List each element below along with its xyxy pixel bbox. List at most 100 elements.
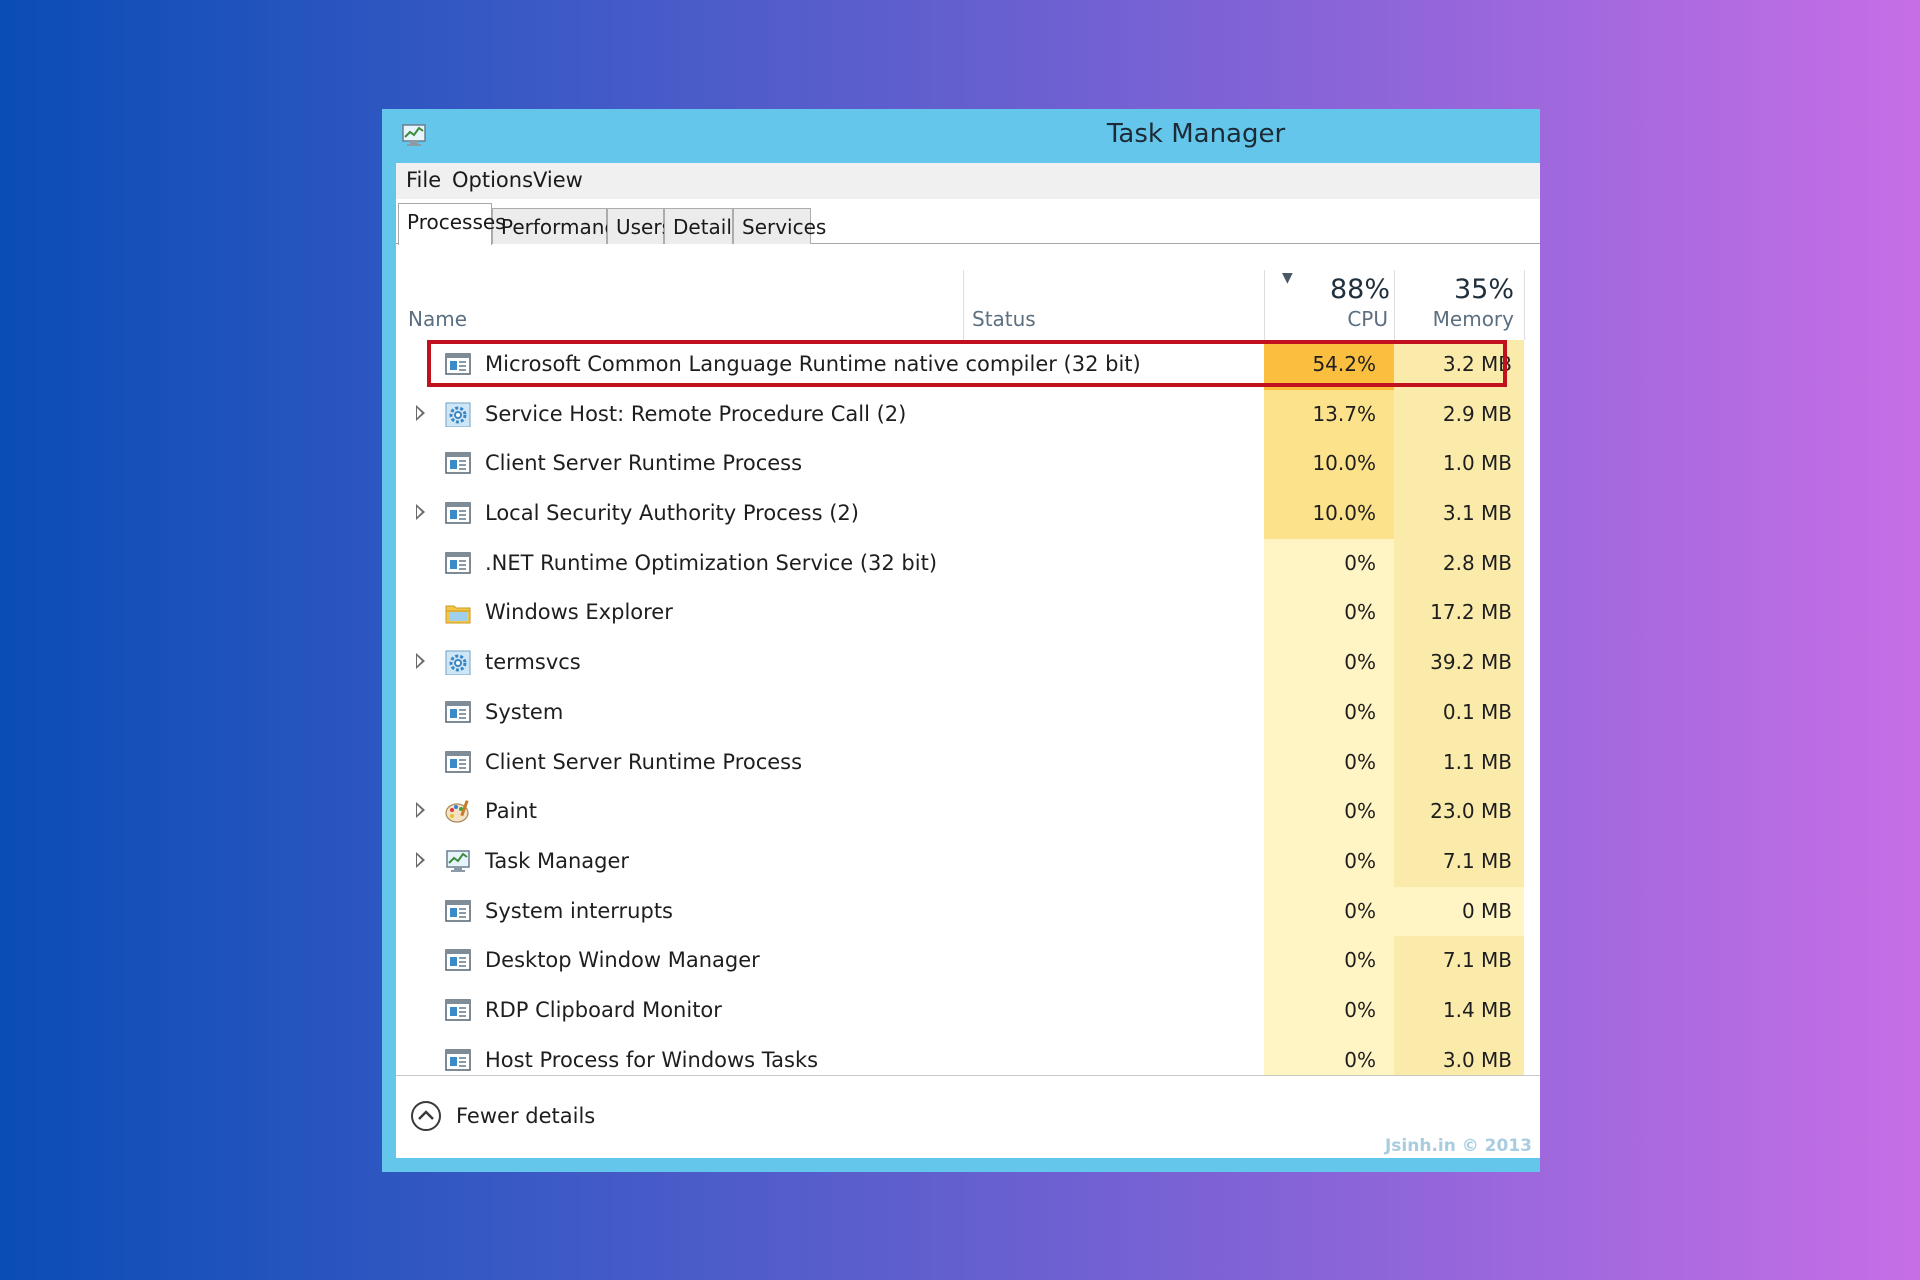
expand-arrow-icon[interactable]	[416, 404, 425, 421]
expand-arrow-icon[interactable]	[416, 504, 425, 521]
app-window-icon	[445, 353, 471, 375]
tab-performance[interactable]: Performance	[492, 208, 628, 244]
memory-value: 0.1 MB	[1442, 699, 1512, 724]
memory-total: 35%	[1453, 274, 1514, 305]
process-row[interactable]: 0% 1.4 MB RDP Clipboard Monitor	[396, 985, 1540, 1036]
process-row[interactable]: 0% 3.0 MB Host Process for Windows Tasks	[396, 1035, 1540, 1075]
column-divider[interactable]	[1524, 270, 1525, 340]
fewer-details-link[interactable]: Fewer details	[456, 1104, 595, 1128]
cpu-value: 0%	[1344, 997, 1376, 1022]
process-row[interactable]: 13.7% 2.9 MB Service Host: Remote Procedur…	[396, 389, 1540, 440]
cpu-value: 54.2%	[1312, 352, 1376, 376]
cpu-value: 0%	[1344, 1047, 1376, 1072]
memory-value: 3.2 MB	[1442, 352, 1512, 376]
chevron-up-circle-icon[interactable]	[410, 1100, 442, 1132]
app-window-icon	[445, 502, 471, 524]
column-header: Name Status ▼ 88% CPU 35% Memory	[396, 244, 1540, 340]
process-row[interactable]: 0% 23.0 MB Paint	[396, 787, 1540, 837]
process-row[interactable]: 0% 2.8 MB .NET Runtime Optimization Servic…	[396, 538, 1540, 589]
process-row[interactable]: 0% 7.1 MB Desktop Window Manager	[396, 936, 1540, 986]
column-status[interactable]: Status	[972, 307, 1036, 331]
process-name: Client Server Runtime Process	[485, 451, 803, 476]
process-row[interactable]: 10.0% 1.0 MB Client Server Runtime Process	[396, 439, 1540, 490]
cpu-cell: 0%	[1264, 638, 1394, 688]
column-memory[interactable]: Memory	[1433, 307, 1514, 331]
memory-value: 2.8 MB	[1442, 550, 1512, 575]
cpu-value: 0%	[1344, 948, 1376, 973]
memory-value: 0 MB	[1461, 898, 1512, 923]
process-row[interactable]: 54.2% 3.2 MB Microsoft Common Language Run…	[396, 340, 1540, 390]
cpu-value: 10.0%	[1312, 451, 1376, 476]
cpu-cell: 0%	[1264, 836, 1394, 887]
app-window-icon	[445, 452, 471, 475]
title-bar[interactable]: Task Manager	[382, 109, 1540, 163]
app-window-icon	[445, 949, 471, 972]
process-name: .NET Runtime Optimization Service (32 bi…	[485, 550, 938, 575]
app-window-icon	[445, 551, 471, 574]
menu-bar: File Options View	[396, 163, 1540, 199]
process-row[interactable]: 0% 39.2 MB termsvcs	[396, 638, 1540, 688]
app-window-icon	[445, 750, 471, 773]
memory-value: 7.1 MB	[1442, 848, 1512, 873]
cpu-value: 0%	[1344, 600, 1376, 625]
process-list: 54.2% 3.2 MB Microsoft Common Language Run…	[396, 340, 1540, 1075]
memory-cell: 17.2 MB	[1394, 588, 1524, 639]
menu-file[interactable]: File	[406, 168, 441, 192]
expand-arrow-icon[interactable]	[416, 851, 425, 868]
column-name[interactable]: Name	[408, 307, 467, 331]
task-manager-window: Task Manager File Options View Processes…	[382, 109, 1540, 1172]
cpu-cell: 0%	[1264, 886, 1394, 937]
column-cpu[interactable]: CPU	[1347, 307, 1388, 331]
memory-cell: 1.0 MB	[1394, 439, 1524, 490]
process-row[interactable]: 0% 17.2 MB Windows Explorer	[396, 588, 1540, 639]
expand-arrow-icon[interactable]	[416, 653, 425, 670]
memory-value: 2.9 MB	[1442, 401, 1512, 426]
cpu-cell: 10.0%	[1264, 439, 1394, 490]
cpu-cell: 0%	[1264, 787, 1394, 837]
tab-services[interactable]: Services	[733, 208, 826, 244]
folder-icon	[445, 605, 471, 624]
process-name: Client Server Runtime Process	[485, 749, 803, 774]
expand-arrow-icon[interactable]	[416, 802, 425, 819]
client-area: File Options View Processes Performance …	[396, 163, 1540, 1158]
process-row[interactable]: 0% 7.1 MB Task Manager	[396, 836, 1540, 887]
column-divider[interactable]	[1264, 270, 1265, 340]
process-name: Task Manager	[485, 848, 630, 873]
window-title: Task Manager	[1106, 119, 1286, 149]
cpu-value: 0%	[1344, 550, 1376, 575]
cpu-value: 0%	[1344, 799, 1376, 824]
memory-value: 1.1 MB	[1442, 749, 1512, 774]
memory-value: 3.0 MB	[1442, 1047, 1512, 1072]
process-name: termsvcs	[485, 650, 581, 675]
gear-icon	[445, 402, 471, 427]
watermark: Jsinh.in © 2013	[1384, 1136, 1532, 1156]
menu-view[interactable]: View	[533, 168, 583, 192]
sort-descending-icon: ▼	[1282, 270, 1293, 286]
memory-cell: 3.1 MB	[1394, 489, 1524, 539]
memory-cell: 3.0 MB	[1394, 1035, 1524, 1075]
menu-options[interactable]: Options	[452, 168, 533, 192]
cpu-value: 13.7%	[1312, 401, 1376, 426]
cpu-value: 0%	[1344, 749, 1376, 774]
tab-strip: Processes Performance Users Details Serv…	[396, 199, 1540, 245]
process-row[interactable]: 0% 1.1 MB Client Server Runtime Process	[396, 737, 1540, 788]
process-name: Host Process for Windows Tasks	[485, 1047, 819, 1072]
process-row[interactable]: 0% 0.1 MB System	[396, 687, 1540, 738]
memory-cell: 0 MB	[1394, 886, 1524, 937]
cpu-value: 0%	[1344, 898, 1376, 923]
task-manager-icon	[446, 850, 470, 872]
memory-cell: 0.1 MB	[1394, 687, 1524, 738]
gear-icon	[445, 650, 471, 676]
cpu-cell: 0%	[1264, 538, 1394, 589]
process-row[interactable]: 0% 0 MB System interrupts	[396, 886, 1540, 937]
column-divider[interactable]	[1394, 270, 1395, 340]
memory-value: 23.0 MB	[1430, 799, 1512, 824]
tab-users[interactable]: Users	[607, 208, 672, 244]
column-divider[interactable]	[963, 270, 964, 340]
memory-cell: 7.1 MB	[1394, 836, 1524, 887]
tab-details[interactable]: Details	[664, 208, 742, 244]
process-row[interactable]: 10.0% 3.1 MB Local Security Authority Proc…	[396, 489, 1540, 539]
memory-value: 17.2 MB	[1430, 600, 1512, 625]
tab-processes[interactable]: Processes	[398, 203, 506, 245]
process-name: Local Security Authority Process (2)	[485, 501, 859, 526]
